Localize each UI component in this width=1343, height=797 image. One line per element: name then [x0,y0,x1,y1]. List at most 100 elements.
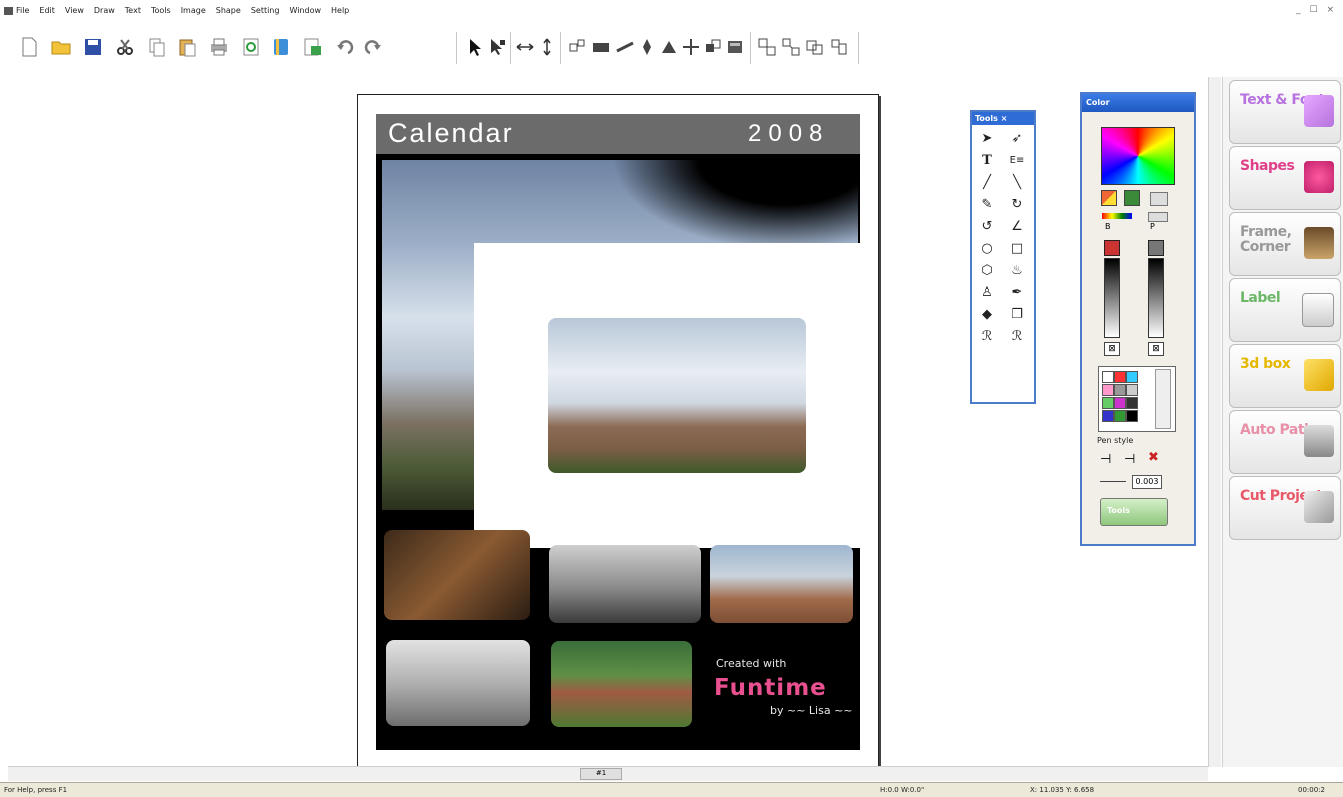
redo-button[interactable] [362,36,384,58]
shapes-button[interactable]: Shapes [1229,146,1341,210]
color-swatch[interactable] [1102,371,1114,383]
color-swatch[interactable] [1102,410,1114,422]
3d-box-button[interactable]: 3d box [1229,344,1341,408]
pen-opacity-slider[interactable] [1148,258,1164,338]
art-text-icon[interactable]: E≡ [1007,152,1027,170]
thumbnail-photo[interactable] [386,640,530,726]
menu-file[interactable]: File [16,6,29,15]
pointer-button[interactable] [486,36,508,58]
menu-edit[interactable]: Edit [39,6,55,15]
no-brush-icon[interactable]: ⊠ [1104,342,1120,356]
brush-color-swatch[interactable] [1104,240,1120,256]
pen-color-swatch[interactable] [1148,240,1164,256]
fill-icon[interactable]: ♨ [1007,262,1027,280]
close-icon[interactable]: × [1001,114,1008,123]
menu-text[interactable]: Text [125,6,141,15]
menu-help[interactable]: Help [331,6,349,15]
arrow-icon[interactable]: ➤ [977,130,997,148]
swatch-scrollbar[interactable] [1155,369,1171,429]
menu-setting[interactable]: Setting [251,6,280,15]
calendar-title[interactable]: Calendar [388,118,514,149]
text-fonts-button[interactable]: Text & Fonts [1229,80,1341,144]
menu-tools[interactable]: Tools [151,6,171,15]
copy-button[interactable] [146,36,168,58]
menu-view[interactable]: View [65,6,84,15]
pen-join-icon[interactable]: ⊣ [1124,452,1135,467]
send-back-button[interactable] [702,36,724,58]
brush-color-strip[interactable] [1102,213,1132,219]
arrange-button[interactable] [828,36,850,58]
arc-icon[interactable]: ↺ [977,218,997,236]
line-button[interactable] [614,36,636,58]
color-swatch[interactable] [1114,410,1126,422]
shape-button[interactable] [658,36,680,58]
menu-window[interactable]: Window [289,6,321,15]
inner-photo[interactable] [548,318,806,473]
menu-image[interactable]: Image [181,6,206,15]
text-icon[interactable]: T [977,152,997,170]
color-swatch[interactable] [1114,371,1126,383]
color-swatch[interactable] [1114,384,1126,396]
select-button[interactable] [464,36,486,58]
paste-button[interactable] [176,36,198,58]
flip-vertical-button[interactable] [536,36,558,58]
tools-titlebar[interactable]: Tools × [972,112,1034,125]
undo-button[interactable] [334,36,356,58]
refresh-button[interactable] [240,36,262,58]
copy-icon[interactable]: ❐ [1007,306,1027,324]
print-button[interactable] [208,36,230,58]
move-button[interactable] [680,36,702,58]
stamp-icon[interactable]: ♙ [977,284,997,302]
frame-corner-button[interactable]: Frame, Corner [1229,212,1341,276]
pen-cap-icon[interactable]: ⊣ [1100,452,1111,467]
color-swatch[interactable] [1126,397,1138,409]
color-swatches[interactable] [1098,366,1176,432]
calendar-year[interactable]: 2008 [748,120,829,148]
color-cube[interactable] [1101,127,1175,185]
window-controls[interactable]: _ ☐ × [1296,5,1337,15]
save-button[interactable] [82,36,104,58]
cut-button[interactable] [114,36,136,58]
color-more-button[interactable] [1150,192,1168,206]
brush-icon[interactable]: ✒ [1007,284,1027,302]
polygon-icon[interactable]: ⬡ [977,262,997,280]
ellipse-icon[interactable]: ○ [977,240,997,258]
color-swatch[interactable] [1102,384,1114,396]
no-pen-icon[interactable]: ⊠ [1148,342,1164,356]
auto-path-button[interactable]: Auto Path [1229,410,1341,474]
brush-opacity-slider[interactable] [1104,258,1120,338]
color-swatch[interactable] [1102,397,1114,409]
menu-shape[interactable]: Shape [216,6,241,15]
pen-none-icon[interactable]: ✖ [1148,450,1159,465]
thumbnail-photo[interactable] [549,545,701,623]
menu-draw[interactable]: Draw [94,6,115,15]
pen-icon[interactable]: ✎ [977,196,997,214]
flip-horizontal-button[interactable] [514,36,536,58]
thumbnail-photo[interactable] [710,545,853,623]
thumbnail-photo[interactable] [551,641,692,727]
rect-icon[interactable]: □ [1007,240,1027,258]
color-swatch[interactable] [1126,384,1138,396]
combine-button[interactable] [804,36,826,58]
thumbnail-photo[interactable] [384,530,530,620]
line-icon[interactable]: ╱ [977,174,997,192]
vertical-scrollbar[interactable] [1208,77,1221,767]
color-swatch[interactable] [1126,410,1138,422]
pen-width-field[interactable]: 0.003 [1132,475,1162,489]
ungroup-button[interactable] [780,36,802,58]
zoom-out-icon[interactable]: ℛ [1007,328,1027,346]
book-button[interactable] [270,36,292,58]
diagonal-icon[interactable]: ╲ [1007,174,1027,192]
open-button[interactable] [50,36,72,58]
zoom-in-icon[interactable]: ℛ [977,328,997,346]
swap-colors-icon[interactable] [1101,190,1117,206]
node-icon[interactable]: ➶ [1007,130,1027,148]
color-swatch[interactable] [1126,371,1138,383]
color-swatch[interactable] [1114,397,1126,409]
eyedropper-icon[interactable] [1124,190,1140,206]
angle-icon[interactable]: ∠ [1007,218,1027,236]
new-file-button[interactable] [18,36,40,58]
group-button[interactable] [756,36,778,58]
pen-arrow-icon[interactable] [1148,212,1168,222]
curve-icon[interactable]: ↻ [1007,196,1027,214]
